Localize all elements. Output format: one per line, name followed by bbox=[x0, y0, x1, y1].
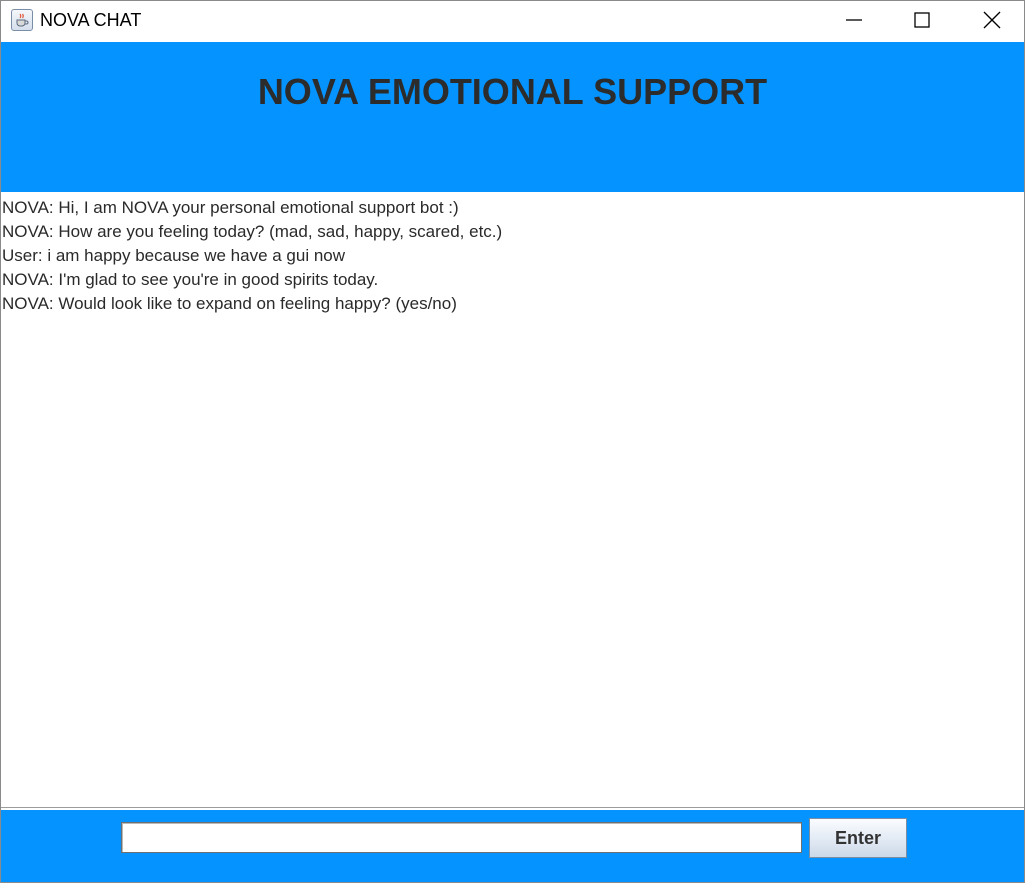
chat-message: User: i am happy because we have a gui n… bbox=[2, 246, 346, 265]
chat-message: NOVA: Would look like to expand on feeli… bbox=[2, 294, 457, 313]
maximize-icon bbox=[914, 12, 930, 28]
enter-button[interactable]: Enter bbox=[809, 818, 907, 858]
message-input[interactable] bbox=[121, 822, 802, 853]
message-list: NOVA: Hi, I am NOVA your personal emotio… bbox=[1, 196, 1021, 316]
chat-message: NOVA: Hi, I am NOVA your personal emotio… bbox=[2, 198, 459, 217]
close-button[interactable] bbox=[957, 1, 1024, 39]
minimize-button[interactable] bbox=[819, 1, 889, 39]
title-bar[interactable]: NOVA CHAT bbox=[1, 1, 1024, 41]
chat-message: NOVA: I'm glad to see you're in good spi… bbox=[2, 270, 379, 289]
header-panel: NOVA EMOTIONAL SUPPORT bbox=[1, 42, 1024, 192]
input-panel: Enter bbox=[1, 810, 1024, 882]
page-title: NOVA EMOTIONAL SUPPORT bbox=[257, 71, 768, 112]
maximize-button[interactable] bbox=[887, 1, 957, 39]
app-window: NOVA CHAT NOVA EMOTIONAL SUPPORT NOVA: H… bbox=[0, 0, 1025, 883]
java-cup-icon bbox=[11, 9, 33, 31]
minimize-icon bbox=[846, 19, 862, 21]
chat-area[interactable]: NOVA: Hi, I am NOVA your personal emotio… bbox=[1, 192, 1024, 808]
close-icon bbox=[983, 11, 1001, 29]
window-title: NOVA CHAT bbox=[40, 10, 142, 30]
chat-message: NOVA: How are you feeling today? (mad, s… bbox=[2, 222, 503, 241]
